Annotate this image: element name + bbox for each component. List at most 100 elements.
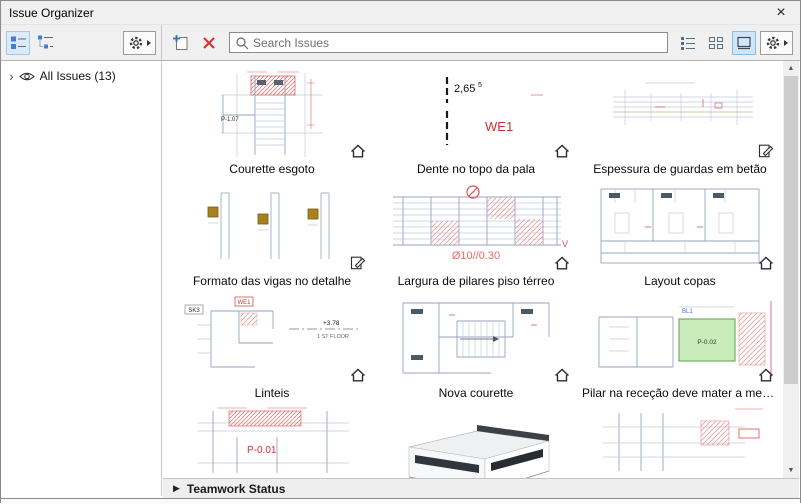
tree-settings-button[interactable] <box>123 30 156 55</box>
issue-thumbnail: 2,65 5 WE1 <box>381 71 571 159</box>
issue-card[interactable] <box>581 407 779 478</box>
grid-view-button[interactable] <box>704 31 728 55</box>
home-icon <box>554 368 570 382</box>
dropdown-arrow-icon <box>147 39 151 46</box>
issue-card[interactable]: Nova courette <box>377 295 575 403</box>
issue-thumbnail <box>585 407 775 478</box>
close-icon[interactable]: × <box>770 2 792 24</box>
home-icon <box>758 256 774 270</box>
thumbnail-drawing <box>408 425 550 478</box>
thumb-annotation: V <box>562 239 568 249</box>
dropdown-arrow-icon <box>784 39 788 46</box>
thumbnail-drawing <box>600 188 760 264</box>
new-issue-button[interactable] <box>169 31 193 55</box>
thumb-annotation: 2,65 <box>454 83 475 95</box>
issue-title: Formato das vigas no detalhe <box>192 274 352 288</box>
teamwork-status-bar[interactable]: ▶ Teamwork Status <box>163 478 799 498</box>
issue-card[interactable]: P-1.07 Courette esgoto <box>173 71 371 179</box>
issue-card[interactable]: P-0.02 BL1 Pilar na receção deve mater a… <box>581 295 779 403</box>
issue-title: Espessura de guardas em betão <box>593 162 767 176</box>
thumb-annotation: P-1.07 <box>221 117 239 123</box>
thumbnail-drawing: P-1.07 <box>221 71 323 157</box>
issue-card[interactable]: SK3 WE1 +3.78 1 ST FLOOR Linteis <box>173 295 371 403</box>
search-box[interactable] <box>229 32 668 53</box>
title-bar: Issue Organizer × <box>1 1 800 25</box>
gear-icon <box>129 36 143 49</box>
home-icon <box>554 144 570 158</box>
issue-title: Nova courette <box>438 386 514 400</box>
thumb-annotation: WE1 <box>485 119 513 134</box>
issue-title: Linteis <box>254 386 290 400</box>
issue-card[interactable]: P-0.01 <box>173 407 371 478</box>
expand-triangle-icon[interactable]: ▶ <box>173 483 180 494</box>
issue-title: Layout copas <box>644 274 716 288</box>
issue-thumbnail <box>585 183 775 271</box>
thumb-annotation: P-0.02 <box>697 339 717 346</box>
expand-chevron-icon[interactable]: › <box>9 69 14 83</box>
thumbnail-drawing <box>603 408 763 471</box>
tree-item-label: All Issues (13) <box>39 69 116 83</box>
issue-grid: P-1.07 Courette esgoto 2,65 5 WE1 Dente … <box>163 61 785 478</box>
issue-title: Dente no topo da pala <box>416 162 536 176</box>
visibility-eye-icon <box>18 72 35 80</box>
delete-x-icon <box>203 36 215 49</box>
flat-list-view-toggle[interactable] <box>6 30 30 55</box>
thumb-annotation: WE1 <box>237 300 251 306</box>
window-title: Issue Organizer <box>9 5 94 20</box>
issue-card[interactable]: Formato das vigas no detalhe <box>173 183 371 291</box>
tree-toolbar <box>1 25 162 60</box>
issue-thumbnail: P-0.02 BL1 <box>585 295 775 383</box>
sidebar-item-all-issues[interactable]: › All Issues (13) <box>1 61 161 83</box>
issue-card[interactable] <box>377 407 575 478</box>
home-icon <box>758 368 774 382</box>
hierarchy-icon <box>37 35 53 49</box>
issue-thumbnail: P-1.07 <box>177 71 367 159</box>
issue-card[interactable]: Espessura de guardas em betão <box>581 71 779 179</box>
thumb-annotation: +3.78 <box>323 320 340 327</box>
thumb-annotation: 1 ST FLOOR <box>317 334 349 340</box>
issue-title: Pilar na receção deve mater a mesma... <box>582 386 778 400</box>
markup-icon <box>758 144 774 158</box>
issue-title: Courette esgoto <box>229 162 315 176</box>
issue-organizer-window: Issue Organizer × Search Issues › All Is… <box>0 0 801 504</box>
vertical-scrollbar[interactable]: ▲ ▼ <box>783 61 799 478</box>
large-thumbnail-view-button[interactable] <box>732 30 756 55</box>
thumb-annotation: BL1 <box>682 309 693 315</box>
hierarchy-view-toggle[interactable] <box>33 31 57 55</box>
new-issue-icon <box>173 34 188 50</box>
thumb-annotation: P-0.01 <box>247 445 277 456</box>
list-view-icon <box>681 36 695 50</box>
thumbnail-drawing <box>613 82 753 125</box>
issue-card[interactable]: Ø10//0.30 V Largura de pilares piso térr… <box>377 183 575 291</box>
thumbnail-drawing: SK3 WE1 +3.78 1 ST FLOOR <box>184 296 361 368</box>
issue-tree-panel: › All Issues (13) <box>1 61 162 496</box>
issue-thumbnail <box>177 183 367 271</box>
issue-thumbnail <box>381 295 571 383</box>
scroll-up-button[interactable]: ▲ <box>783 61 799 76</box>
markup-icon <box>350 256 366 270</box>
thumb-annotation: Ø10//0.30 <box>452 250 500 262</box>
scrollbar-track[interactable] <box>783 76 799 463</box>
main-toolbar <box>1 25 800 61</box>
delete-issue-button[interactable] <box>197 31 221 55</box>
thumbnail-drawing: 2,65 5 WE1 <box>445 77 543 145</box>
thumbnail-drawing <box>402 302 550 374</box>
grid-view-icon <box>709 36 723 49</box>
issue-thumbnail <box>381 407 571 478</box>
home-icon <box>554 256 570 270</box>
list-view-button[interactable] <box>676 31 700 55</box>
issue-thumbnail: Ø10//0.30 V <box>381 183 571 271</box>
scroll-down-button[interactable]: ▼ <box>783 463 799 478</box>
thumbnail-drawing: P-0.01 <box>197 407 349 473</box>
view-settings-button[interactable] <box>760 30 793 55</box>
thumb-annotation: 5 <box>478 82 482 89</box>
thumbnail-drawing: P-0.02 BL1 <box>598 301 772 377</box>
scrollbar-thumb[interactable] <box>784 76 798 384</box>
issue-card[interactable]: Layout copas <box>581 183 779 291</box>
search-input[interactable] <box>253 35 662 50</box>
window-bottom-edge <box>1 498 800 504</box>
flat-list-icon <box>10 36 26 49</box>
thumbnail-drawing <box>207 192 330 259</box>
issue-thumbnail <box>585 71 775 159</box>
issue-card[interactable]: 2,65 5 WE1 Dente no topo da pala <box>377 71 575 179</box>
